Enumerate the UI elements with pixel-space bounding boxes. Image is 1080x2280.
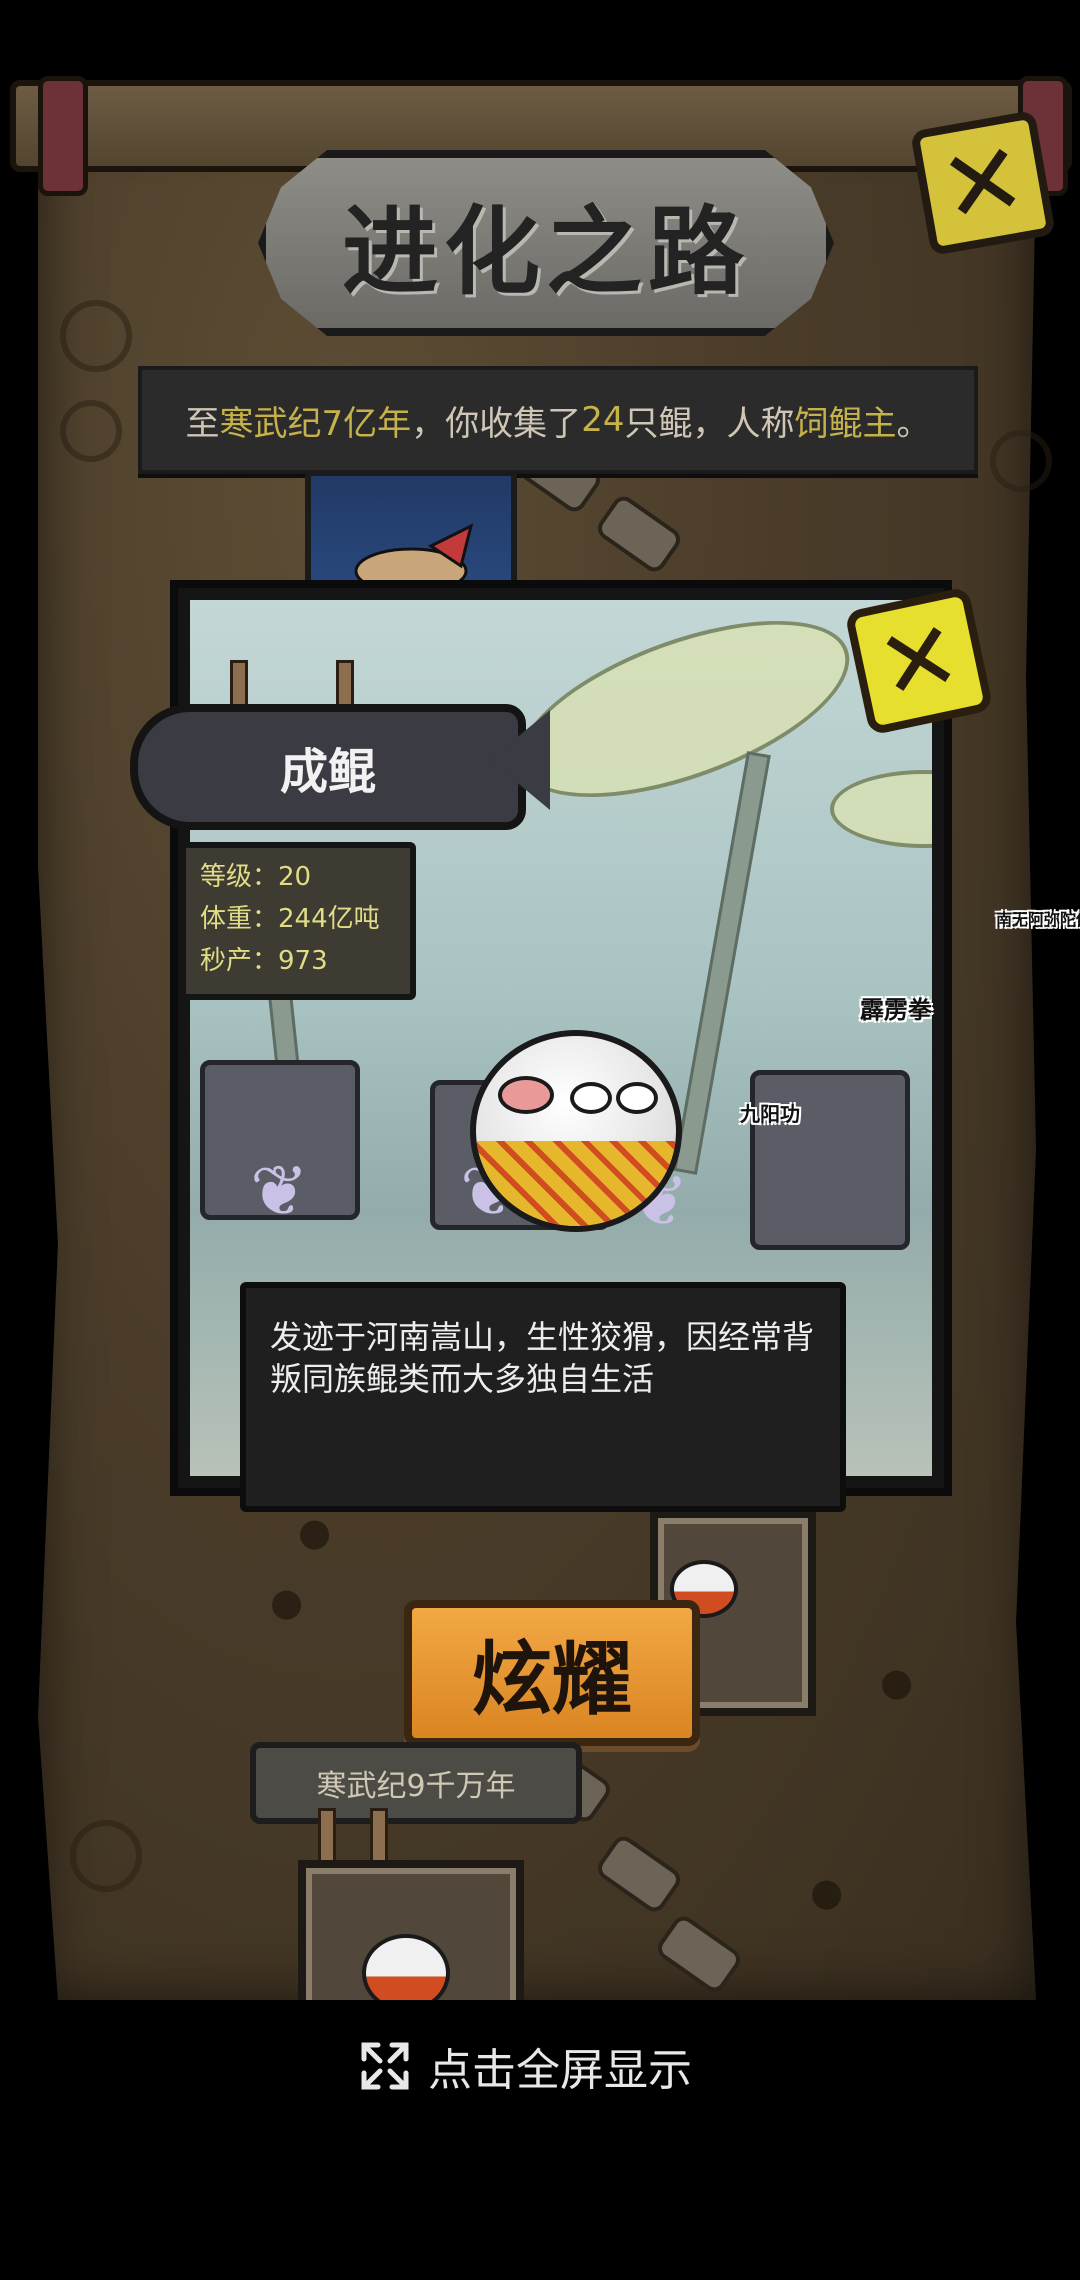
show-off-button[interactable]: 炫耀 [404,1600,700,1746]
stat-output: 秒产：973 [200,946,328,976]
expand-icon [361,2042,409,2090]
lily-pad-decoration [496,600,872,834]
creature-name-sign: 成鲲 [130,704,526,830]
rock-decoration [750,1070,910,1250]
creature-nose [498,1076,554,1114]
summary-text: ，你收集了 [411,403,582,444]
creature-description: 发迹于河南嵩山，生性狡猾，因经常背叛同族鲲类而大多独自生活 [270,1318,815,1398]
summary-text: 只鲲，人称 [624,403,795,444]
summary-era: 寒武纪7亿年 [219,403,412,444]
fish-tail-decoration [490,710,550,810]
paw-print-icon: ● [298,1510,332,1554]
close-icon: ✕ [931,118,1035,248]
era-label: 寒武纪9千万年 [316,1769,516,1804]
paw-print-icon: ● [810,1870,844,1914]
close-icon: ✕ [868,597,970,725]
paw-print-icon: ● [270,1580,304,1624]
paw-print-icon: ● [880,1660,914,1704]
title-plate: 进化之路 [258,150,834,336]
stat-level: 等级：20 [200,862,312,892]
game-view: ● ● ● ● 进化之路 ✕ 至寒武纪7亿年 ，你收集了 24 只鲲，人称 饲鲲主。 炫… [0,70,1080,2000]
lily-pad-decoration [830,770,932,848]
rope-decoration [370,1808,388,1864]
coral-decoration: ❦ [250,1150,309,1232]
creature-stats-panel: 等级：20 体重：244亿吨 秒产：973 [180,842,416,1000]
swirl-decoration [60,300,132,372]
swirl-decoration [60,400,122,462]
creature-description-box: 发迹于河南嵩山，生性狡猾，因经常背叛同族鲲类而大多独自生活 [240,1282,846,1512]
show-off-label: 炫耀 [472,1632,632,1726]
era-plate: 寒武纪9千万年 [250,1742,582,1824]
skill-label: 九阳功 [740,1102,800,1126]
dialog-close-button[interactable]: ✕ [844,586,994,736]
creature-eye [616,1082,658,1114]
summary-text: 。 [896,403,931,444]
summary-count: 24 [581,400,625,440]
fullscreen-button[interactable]: 点击全屏显示 [360,2036,692,2096]
creature-name: 成鲲 [279,744,376,800]
rope-decoration [318,1808,336,1864]
summary-text: 至 [185,403,220,444]
stat-weight: 体重：244亿吨 [200,904,380,934]
fullscreen-label: 点击全屏显示 [428,2045,692,2096]
skill-label: 霹雳拳 [860,996,932,1024]
collection-summary: 至寒武纪7亿年 ，你收集了 24 只鲲，人称 饲鲲主。 [138,366,978,474]
summary-honor: 饲鲲主 [794,403,897,444]
skill-label: 南无阿弥陀佛 [996,910,1080,929]
close-button[interactable]: ✕ [910,110,1056,256]
creature-eye [570,1082,612,1114]
creature-portrait [470,1030,682,1232]
creature-robe [476,1140,676,1226]
rod-cap [38,76,88,196]
swirl-decoration [990,430,1052,492]
swirl-decoration [70,1820,142,1892]
page-title: 进化之路 [342,194,750,308]
